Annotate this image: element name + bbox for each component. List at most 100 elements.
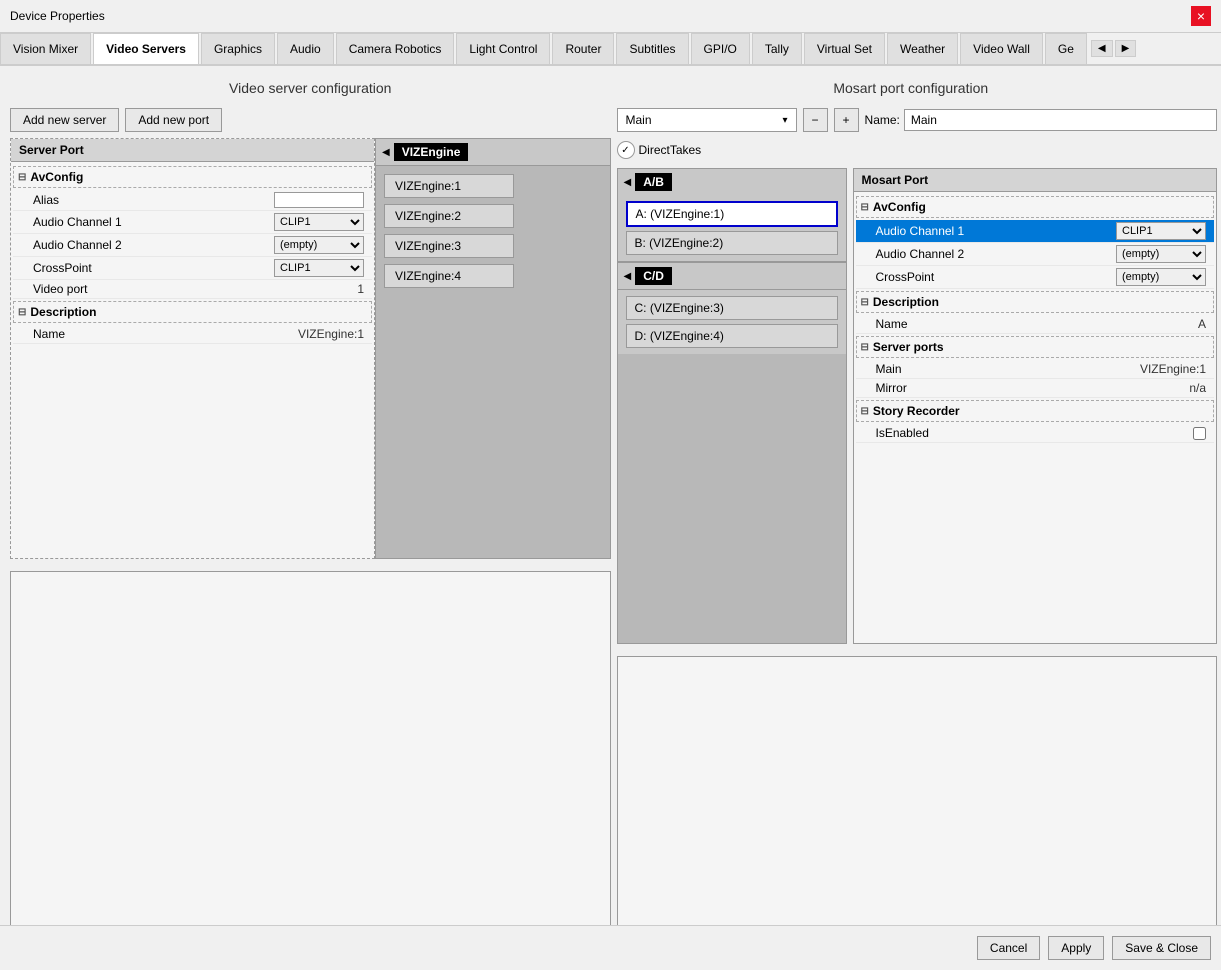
mosart-audio-channel-1-select[interactable]: CLIP1 bbox=[1116, 222, 1206, 240]
left-section: Add new server Add new port Server Port … bbox=[10, 108, 611, 936]
tab-ge[interactable]: Ge bbox=[1045, 33, 1087, 64]
tab-camera-robotics[interactable]: Camera Robotics bbox=[336, 33, 455, 64]
name-input[interactable] bbox=[904, 109, 1217, 131]
mirror-server-port-row: Mirror n/a bbox=[856, 379, 1215, 398]
viz-item-2[interactable]: VIZEngine:2 bbox=[384, 204, 514, 228]
ab-item-a[interactable]: A: (VIZEngine:1) bbox=[626, 201, 838, 227]
bottom-panel-left bbox=[10, 571, 611, 936]
tab-virtual-set[interactable]: Virtual Set bbox=[804, 33, 885, 64]
tab-vision-mixer[interactable]: Vision Mixer bbox=[0, 33, 91, 64]
tab-router[interactable]: Router bbox=[552, 33, 614, 64]
video-port-value: 1 bbox=[357, 282, 364, 296]
tab-nav-left[interactable]: ◀ bbox=[1091, 40, 1113, 57]
viz-item-3[interactable]: VIZEngine:3 bbox=[384, 234, 514, 258]
mosart-audio-channel-2-select[interactable]: (empty) bbox=[1116, 245, 1206, 263]
tab-video-wall[interactable]: Video Wall bbox=[960, 33, 1043, 64]
mosart-description-group-header[interactable]: ⊟ Description bbox=[856, 291, 1215, 313]
mosart-dropdown-value: Main bbox=[626, 113, 652, 127]
story-recorder-group-header[interactable]: ⊟ Story Recorder bbox=[856, 400, 1215, 422]
server-name-value: VIZEngine:1 bbox=[298, 327, 364, 341]
cd-collapse-icon: ◀ bbox=[624, 271, 632, 282]
mosart-avconfig-group: ⊟ AvConfig Audio Channel 1 CLIP1 Audio C bbox=[856, 196, 1215, 289]
audio-channel-1-select[interactable]: CLIP1 bbox=[274, 213, 364, 231]
direct-takes-checkbox[interactable]: ✓ bbox=[617, 141, 635, 159]
mosart-plus-button[interactable]: + bbox=[834, 108, 859, 132]
ab-items: A: (VIZEngine:1) B: (VIZEngine:2) bbox=[618, 195, 846, 261]
mosart-description-label: Description bbox=[873, 295, 939, 309]
cd-items: C: (VIZEngine:3) D: (VIZEngine:4) bbox=[618, 290, 846, 354]
audio-channel-2-select[interactable]: (empty) bbox=[274, 236, 364, 254]
footer: Cancel Apply Save & Close bbox=[0, 925, 1221, 970]
crosspoint-row: CrossPoint CLIP1 bbox=[13, 257, 372, 280]
server-ports-group-header[interactable]: ⊟ Server ports bbox=[856, 336, 1215, 358]
name-field-row: Name: bbox=[865, 109, 1217, 131]
ab-cd-panel: ◀ A/B A: (VIZEngine:1) B: (VIZEngine:2) … bbox=[617, 168, 847, 644]
main-server-port-label: Main bbox=[876, 362, 1140, 376]
mosart-dropdown-arrow: ▾ bbox=[782, 115, 787, 126]
mosart-minus-button[interactable]: − bbox=[803, 108, 828, 132]
mosart-description-group: ⊟ Description Name A bbox=[856, 291, 1215, 334]
ab-item-b[interactable]: B: (VIZEngine:2) bbox=[626, 231, 838, 255]
audio-channel-2-row: Audio Channel 2 (empty) bbox=[13, 234, 372, 257]
mirror-server-port-label: Mirror bbox=[876, 381, 1190, 395]
description-label: Description bbox=[30, 305, 96, 319]
mosart-avconfig-group-header[interactable]: ⊟ AvConfig bbox=[856, 196, 1215, 218]
mosart-toolbar: Main ▾ − + Name: bbox=[617, 108, 1218, 132]
audio-channel-2-label: Audio Channel 2 bbox=[33, 238, 274, 252]
alias-label: Alias bbox=[33, 193, 274, 207]
cd-item-c[interactable]: C: (VIZEngine:3) bbox=[626, 296, 838, 320]
save-close-button[interactable]: Save & Close bbox=[1112, 936, 1211, 960]
server-port-panel: Server Port ⊟ AvConfig Alias bbox=[10, 138, 375, 559]
story-recorder-label: Story Recorder bbox=[873, 404, 960, 418]
mosart-name-label: Name bbox=[876, 317, 1198, 331]
tab-nav-right[interactable]: ▶ bbox=[1115, 40, 1137, 57]
mosart-audio-channel-1-label: Audio Channel 1 bbox=[876, 224, 1117, 238]
left-section-header: Video server configuration bbox=[10, 76, 611, 100]
is-enabled-checkbox[interactable] bbox=[1193, 427, 1206, 440]
direct-takes-row: ✓ DirectTakes bbox=[617, 138, 1218, 162]
cancel-button[interactable]: Cancel bbox=[977, 936, 1040, 960]
crosspoint-select[interactable]: CLIP1 bbox=[274, 259, 364, 277]
viz-engine-panel: ◀ VIZEngine VIZEngine:1 VIZEngine:2 VIZE… bbox=[375, 138, 611, 559]
avconfig-group-header[interactable]: ⊟ AvConfig bbox=[13, 166, 372, 188]
tab-graphics[interactable]: Graphics bbox=[201, 33, 275, 64]
tab-audio[interactable]: Audio bbox=[277, 33, 334, 64]
cd-item-d[interactable]: D: (VIZEngine:4) bbox=[626, 324, 838, 348]
avconfig-label: AvConfig bbox=[30, 170, 83, 184]
tab-subtitles[interactable]: Subtitles bbox=[616, 33, 688, 64]
tab-tally[interactable]: Tally bbox=[752, 33, 802, 64]
mosart-dropdown[interactable]: Main ▾ bbox=[617, 108, 797, 132]
viz-item-4[interactable]: VIZEngine:4 bbox=[384, 264, 514, 288]
main-content: Video server configuration Mosart port c… bbox=[0, 66, 1221, 946]
main-server-port-value: VIZEngine:1 bbox=[1140, 362, 1206, 376]
ab-header: ◀ A/B bbox=[618, 169, 846, 195]
viz-item-1[interactable]: VIZEngine:1 bbox=[384, 174, 514, 198]
apply-button[interactable]: Apply bbox=[1048, 936, 1104, 960]
server-ports-collapse-icon: ⊟ bbox=[861, 342, 869, 353]
cd-section: ◀ C/D C: (VIZEngine:3) D: (VIZEngine:4) bbox=[618, 262, 846, 354]
mosart-name-row: Name A bbox=[856, 315, 1215, 334]
tab-weather[interactable]: Weather bbox=[887, 33, 958, 64]
video-port-row: Video port 1 bbox=[13, 280, 372, 299]
mosart-crosspoint-select[interactable]: (empty) bbox=[1116, 268, 1206, 286]
server-name-row: Name VIZEngine:1 bbox=[13, 325, 372, 344]
alias-input[interactable] bbox=[274, 192, 364, 208]
description-group-header[interactable]: ⊟ Description bbox=[13, 301, 372, 323]
mosart-port-panel: Mosart Port ⊟ AvConfig Audio Channel 1 bbox=[853, 168, 1218, 644]
description-collapse-icon: ⊟ bbox=[18, 307, 26, 318]
name-field-label: Name: bbox=[865, 113, 900, 127]
close-button[interactable]: × bbox=[1191, 6, 1211, 26]
tab-light-control[interactable]: Light Control bbox=[456, 33, 550, 64]
crosspoint-label: CrossPoint bbox=[33, 261, 274, 275]
mosart-description-collapse-icon: ⊟ bbox=[861, 297, 869, 308]
server-ports-group: ⊟ Server ports Main VIZEngine:1 Mirror n… bbox=[856, 336, 1215, 398]
mosart-audio-channel-2-label: Audio Channel 2 bbox=[876, 247, 1117, 261]
tab-video-servers[interactable]: Video Servers bbox=[93, 33, 199, 66]
audio-channel-1-label: Audio Channel 1 bbox=[33, 215, 274, 229]
right-section: Main ▾ − + Name: ✓ DirectTakes bbox=[617, 108, 1218, 936]
avconfig-group: ⊟ AvConfig Alias Audio Channel 1 CLIP1 bbox=[13, 166, 372, 299]
is-enabled-row: IsEnabled bbox=[856, 424, 1215, 443]
add-new-port-button[interactable]: Add new port bbox=[125, 108, 222, 132]
add-new-server-button[interactable]: Add new server bbox=[10, 108, 119, 132]
tab-gpio[interactable]: GPI/O bbox=[691, 33, 750, 64]
